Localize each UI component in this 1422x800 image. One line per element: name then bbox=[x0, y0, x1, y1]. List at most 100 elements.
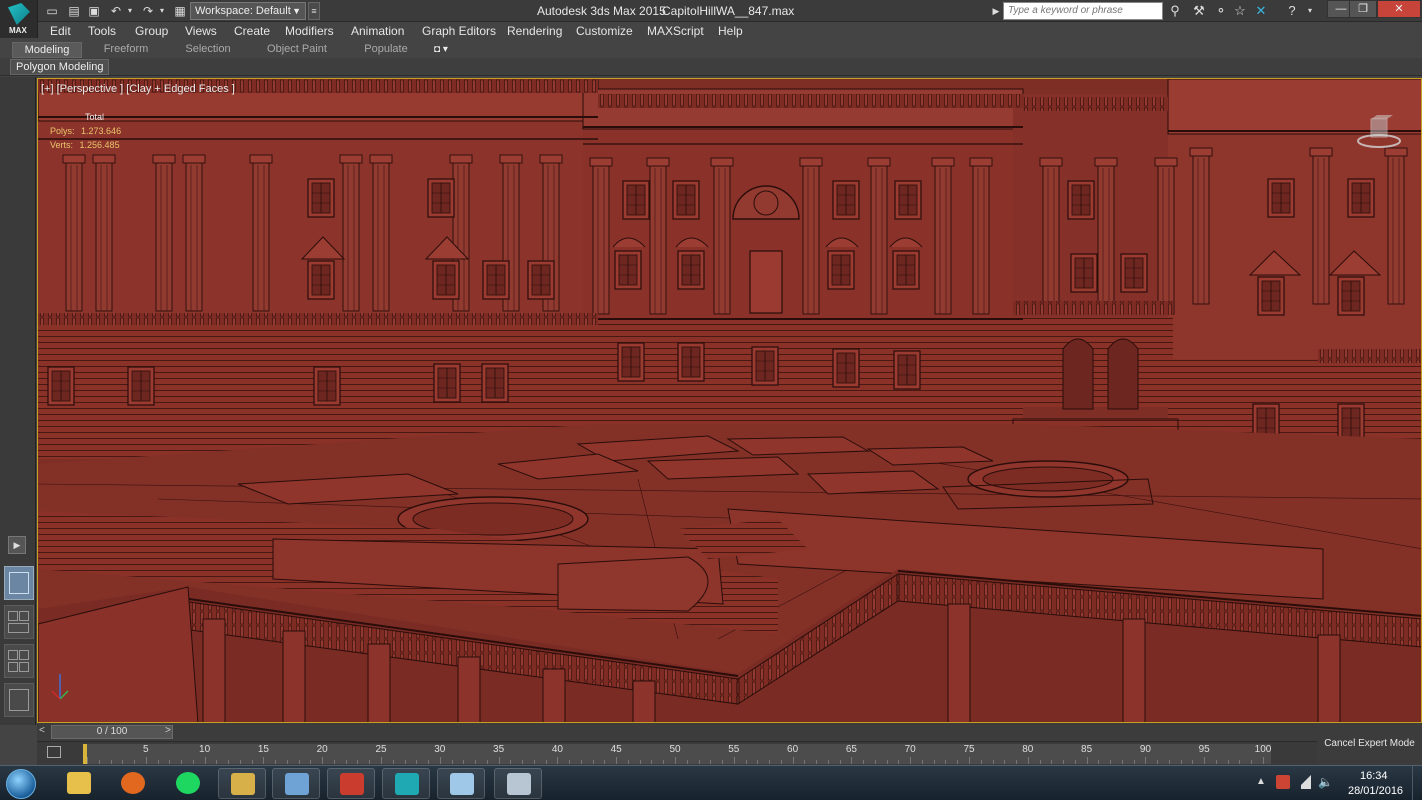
timeline-minor-tick bbox=[592, 760, 594, 764]
next-frame-button[interactable]: > bbox=[165, 725, 171, 736]
layout-single-icon bbox=[9, 572, 29, 594]
taskbar-sketchup-button[interactable] bbox=[327, 768, 375, 799]
viewport-statistics: Total Polys: 1.273.646 Verts: 1.256.485 bbox=[50, 110, 121, 152]
timeline-tick-label: 25 bbox=[375, 744, 387, 755]
project-folder-icon[interactable]: ▦ bbox=[172, 3, 188, 19]
perspective-viewport[interactable]: [+] [Perspective ] [Clay + Edged Faces ]… bbox=[37, 78, 1422, 723]
timeline-minor-tick bbox=[134, 760, 136, 764]
tab-populate[interactable]: Populate bbox=[354, 42, 418, 58]
taskbar-3ds-max-button[interactable] bbox=[382, 768, 430, 799]
tab-selection[interactable]: Selection bbox=[176, 42, 240, 58]
autodesk-x-icon[interactable]: ✕ bbox=[1253, 3, 1269, 19]
timeline-minor-tick bbox=[298, 760, 300, 764]
save-icon[interactable]: ▣ bbox=[86, 3, 102, 19]
timeline-minor-tick bbox=[745, 760, 747, 764]
search-expand-icon[interactable]: ▶ bbox=[988, 3, 1004, 19]
taskbar-firefox-button[interactable] bbox=[109, 768, 157, 799]
time-slider[interactable]: 0 / 100 bbox=[51, 725, 173, 739]
file-manager-icon bbox=[231, 773, 255, 795]
timeline-minor-tick bbox=[580, 760, 582, 764]
menu-create[interactable]: Create bbox=[234, 24, 270, 38]
menu-tools[interactable]: Tools bbox=[88, 24, 116, 38]
viewport-label-menu[interactable]: [+] [Perspective ] [Clay + Edged Faces ] bbox=[41, 83, 235, 95]
menu-views[interactable]: Views bbox=[185, 24, 217, 38]
timeline-minor-tick bbox=[1121, 760, 1123, 764]
network-signal-icon[interactable] bbox=[1297, 775, 1311, 789]
show-desktop-button[interactable] bbox=[1412, 766, 1422, 800]
search-input[interactable]: Type a keyword or phrase bbox=[1003, 2, 1163, 20]
previous-frame-button[interactable]: < bbox=[39, 725, 45, 736]
timeline-tick bbox=[1145, 757, 1147, 764]
ribbon-minimize-toggle-icon[interactable]: ◘ ▾ bbox=[434, 44, 448, 55]
volume-icon[interactable]: 🔈 bbox=[1318, 775, 1333, 789]
menu-maxscript[interactable]: MAXScript bbox=[647, 24, 704, 38]
expand-layouts-icon[interactable]: ▶ bbox=[8, 536, 26, 554]
layout-three-button[interactable] bbox=[4, 683, 34, 717]
timeline-minor-tick bbox=[816, 760, 818, 764]
open-icon[interactable]: ▤ bbox=[66, 3, 82, 19]
help-label: ? bbox=[1288, 3, 1296, 18]
cancel-expert-mode-button[interactable]: Cancel Expert Mode bbox=[1317, 723, 1422, 765]
help-dropdown-icon[interactable]: ▾ bbox=[1302, 3, 1318, 19]
remote-desktop-icon bbox=[285, 773, 309, 795]
taskbar-notepad-button[interactable] bbox=[437, 768, 485, 799]
viewport-layout-bar: ▶ bbox=[0, 77, 36, 725]
menu-rendering[interactable]: Rendering bbox=[507, 24, 562, 38]
menu-animation[interactable]: Animation bbox=[351, 24, 404, 38]
action-center-flag-icon[interactable] bbox=[1276, 775, 1290, 789]
application-menu-button[interactable]: MAX bbox=[0, 0, 38, 38]
timeline-minor-tick bbox=[1251, 760, 1253, 764]
layout-cell-icon bbox=[9, 689, 29, 711]
timeline-tick-label: 80 bbox=[1022, 744, 1034, 755]
ribbon-tabs: Modeling Freeform Selection Object Paint… bbox=[0, 40, 1422, 58]
tab-modeling[interactable]: Modeling bbox=[12, 42, 82, 58]
layout-cell-icon bbox=[19, 662, 29, 672]
restore-button[interactable]: ❐ bbox=[1349, 0, 1377, 18]
menu-customize[interactable]: Customize bbox=[576, 24, 633, 38]
menu-modifiers[interactable]: Modifiers bbox=[285, 24, 334, 38]
new-icon[interactable]: ▭ bbox=[44, 3, 60, 19]
polygon-modeling-panel[interactable]: Polygon Modeling bbox=[10, 59, 110, 75]
taskbar-windows-explorer-folder-button[interactable] bbox=[55, 768, 103, 799]
timeline-tick-label: 65 bbox=[845, 744, 857, 755]
taskbar-spotify-button[interactable] bbox=[164, 768, 212, 799]
subscription-center-icon[interactable]: ⚬ bbox=[1213, 3, 1229, 19]
redo-dropdown-icon[interactable]: ▾ bbox=[154, 3, 170, 19]
timeline-tick bbox=[969, 757, 970, 764]
taskbar-file-manager-button[interactable] bbox=[218, 768, 266, 799]
curve-editor-icon[interactable] bbox=[47, 746, 61, 758]
binoculars-icon[interactable]: ⚲ bbox=[1167, 3, 1183, 19]
viewcube-icon[interactable] bbox=[1357, 113, 1401, 151]
layout-cell-icon bbox=[8, 611, 18, 621]
menu-graph-editors[interactable]: Graph Editors bbox=[422, 24, 496, 38]
close-button[interactable]: ✕ bbox=[1377, 0, 1421, 18]
start-button[interactable] bbox=[2, 768, 40, 800]
menu-edit[interactable]: Edit bbox=[50, 24, 71, 38]
timeline-tick-label: 5 bbox=[143, 744, 149, 755]
timeline-tick-label: 90 bbox=[1139, 744, 1151, 755]
workspace-dropdown[interactable]: Workspace: Default ▼ bbox=[190, 2, 306, 20]
timeline-minor-tick bbox=[957, 760, 959, 764]
quick-access-customize-button[interactable]: ≡ bbox=[308, 2, 320, 20]
menu-help[interactable]: Help bbox=[718, 24, 743, 38]
timeline-minor-tick bbox=[533, 760, 535, 764]
layout-four-button[interactable] bbox=[4, 644, 34, 678]
layout-single-button[interactable] bbox=[4, 566, 34, 600]
layout-split-button[interactable] bbox=[4, 605, 34, 639]
show-hidden-icons-icon[interactable]: ▲ bbox=[1256, 776, 1266, 787]
help-icon[interactable]: ? bbox=[1284, 3, 1300, 19]
taskbar-calculator-button[interactable] bbox=[494, 768, 542, 799]
menu-group[interactable]: Group bbox=[135, 24, 168, 38]
track-area[interactable]: 5 10 15 20 25 30 35 40 45 50 55 60 65 70 75 80 85 90 95 100 bbox=[83, 744, 1271, 764]
timeline-minor-tick bbox=[510, 760, 512, 764]
track-bar: 5 10 15 20 25 30 35 40 45 50 55 60 65 70 75 80 85 90 95 100 bbox=[37, 741, 1317, 765]
favorites-star-icon[interactable]: ☆ bbox=[1232, 3, 1248, 19]
tab-object-paint[interactable]: Object Paint bbox=[258, 42, 336, 58]
clock-date[interactable]: 28/01/2016 bbox=[1348, 785, 1403, 797]
undo-dropdown-icon[interactable]: ▾ bbox=[122, 3, 138, 19]
taskbar-remote-desktop-button[interactable] bbox=[272, 768, 320, 799]
clock-time[interactable]: 16:34 bbox=[1360, 770, 1388, 782]
communication-center-icon[interactable]: ⚒ bbox=[1191, 3, 1207, 19]
tab-freeform[interactable]: Freeform bbox=[94, 42, 158, 58]
timeline-tick bbox=[557, 757, 559, 764]
